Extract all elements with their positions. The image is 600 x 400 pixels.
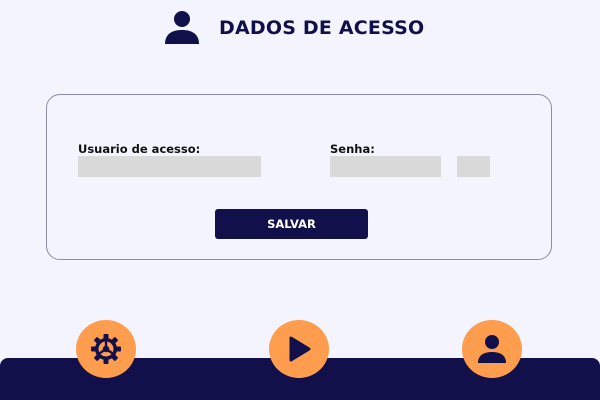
profile-button[interactable] <box>462 320 522 378</box>
profile-icon <box>478 335 506 363</box>
user-icon <box>164 10 200 46</box>
settings-icon <box>91 334 121 364</box>
save-button[interactable]: SALVAR <box>215 209 368 239</box>
settings-button[interactable] <box>76 320 136 378</box>
password-label: Senha: <box>330 142 375 156</box>
password-input[interactable] <box>330 156 441 177</box>
password-extra-input[interactable] <box>457 156 490 177</box>
page-title: DADOS DE ACESSO <box>219 17 425 39</box>
page-header: DADOS DE ACESSO <box>164 8 424 48</box>
play-icon <box>289 336 311 362</box>
access-form-card: Usuario de acesso: Senha: SALVAR <box>46 94 552 260</box>
username-input[interactable] <box>78 156 261 177</box>
username-label: Usuario de acesso: <box>78 142 201 156</box>
play-button[interactable] <box>269 320 329 378</box>
